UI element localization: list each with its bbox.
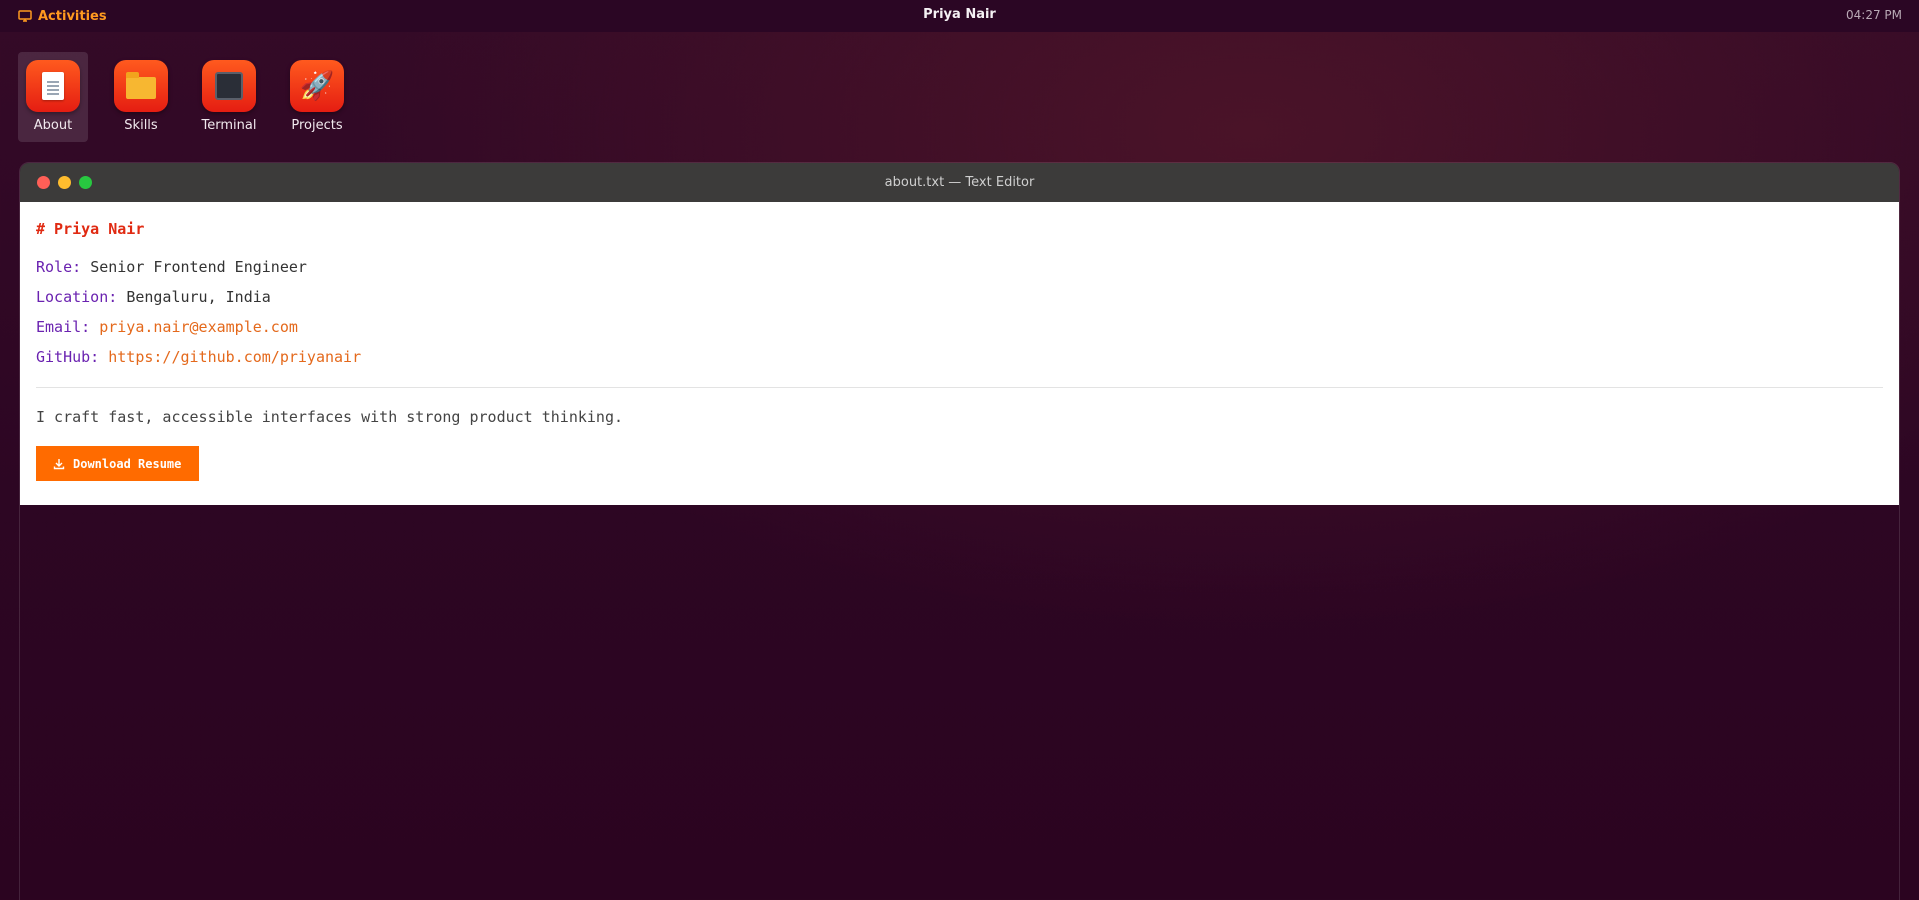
divider xyxy=(36,387,1883,388)
text-editor-window: about.txt — Text Editor # Priya Nair Rol… xyxy=(19,162,1900,900)
field-value: Senior Frontend Engineer xyxy=(90,258,307,276)
desktop-icon-label: About xyxy=(33,118,73,133)
field-github: GitHub: https://github.com/priyanair xyxy=(36,348,1883,366)
field-email: Email: priya.nair@example.com xyxy=(36,318,1883,336)
field-key: Location: xyxy=(36,288,118,306)
download-icon xyxy=(53,458,65,470)
desktop-icon-projects[interactable]: 🚀 Projects xyxy=(282,52,352,142)
field-key: Email: xyxy=(36,318,91,336)
window-titlebar[interactable]: about.txt — Text Editor xyxy=(20,163,1899,202)
desktop-icon-about[interactable]: About xyxy=(18,52,88,142)
field-role: Role: Senior Frontend Engineer xyxy=(36,258,1883,276)
desktop-icon-label: Terminal xyxy=(201,118,257,133)
download-resume-button[interactable]: Download Resume xyxy=(36,446,200,481)
desktop-icon-terminal[interactable]: Terminal xyxy=(194,52,264,142)
field-key: GitHub: xyxy=(36,348,100,366)
desktop-icon-label: Skills xyxy=(124,118,158,133)
terminal-icon xyxy=(202,60,256,112)
document-icon xyxy=(26,60,80,112)
field-value: Bengaluru, India xyxy=(126,288,271,306)
window-title: about.txt — Text Editor xyxy=(884,175,1035,190)
desktop-icon-skills[interactable]: Skills xyxy=(106,52,176,142)
field-location: Location: Bengaluru, India xyxy=(36,288,1883,306)
window-empty-area xyxy=(20,505,1899,900)
github-link[interactable]: https://github.com/priyanair xyxy=(108,348,361,366)
topbar-title: Priya Nair xyxy=(923,7,996,22)
top-bar: Activities Priya Nair 04:27 PM xyxy=(0,0,1919,32)
field-key: Role: xyxy=(36,258,82,276)
editor-content: # Priya Nair Role: Senior Frontend Engin… xyxy=(20,202,1899,505)
profile-heading: # Priya Nair xyxy=(36,220,145,238)
clock: 04:27 PM xyxy=(1846,8,1902,22)
folder-icon xyxy=(114,60,168,112)
rocket-icon: 🚀 xyxy=(290,60,344,112)
email-link[interactable]: priya.nair@example.com xyxy=(99,318,298,336)
desktop-icon-label: Projects xyxy=(291,118,343,133)
download-resume-label: Download Resume xyxy=(73,456,182,471)
profile-summary: I craft fast, accessible interfaces with… xyxy=(36,408,623,426)
desktop-icons: About Skills Terminal 🚀 Projects xyxy=(18,52,370,142)
